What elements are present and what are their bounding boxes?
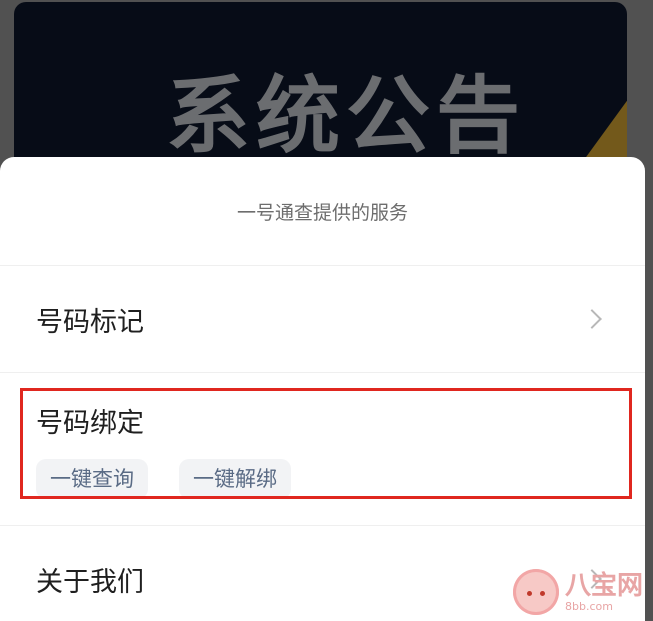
menu-item-label: 号码标记 (36, 306, 144, 338)
menu-item-number-mark[interactable]: 号码标记 (0, 266, 645, 373)
chevron-right-icon (582, 309, 602, 329)
menu-item-label: 关于我们 (36, 566, 144, 598)
watermark-face-icon (512, 569, 559, 615)
watermark: 八宝网 8bb.com (512, 569, 643, 615)
annotation-highlight-box (20, 388, 632, 499)
watermark-main-text: 八宝网 (564, 570, 643, 601)
sheet-title: 一号通查提供的服务 (236, 201, 408, 224)
screen: 系统公告 一号通查提供的服务 号码标记 号码绑定 一键查询 一键解绑 关于我们 … (0, 0, 653, 621)
watermark-sub-text: 8bb.com (564, 599, 613, 613)
sheet-header: 一号通查提供的服务 (0, 157, 645, 266)
watermark-text: 八宝网 8bb.com (565, 573, 643, 612)
